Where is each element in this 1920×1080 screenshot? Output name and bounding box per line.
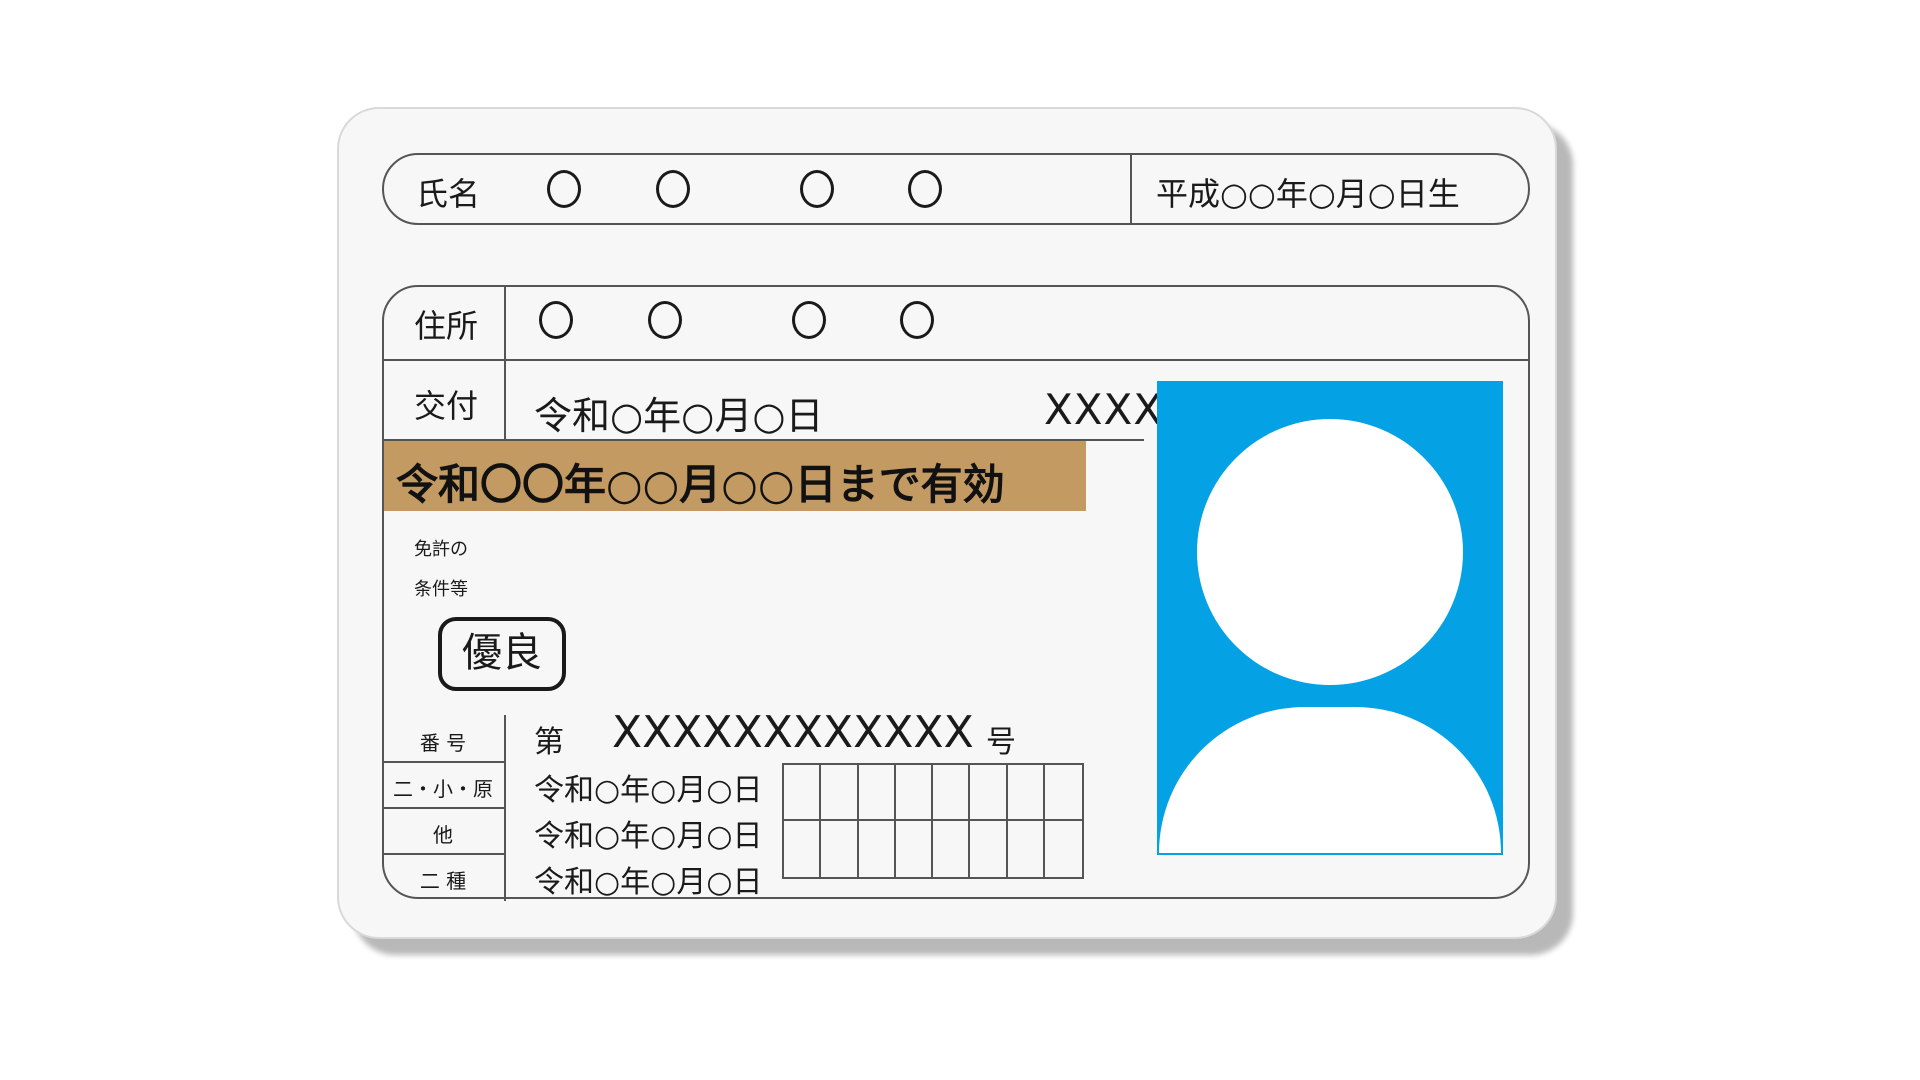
grid-cell	[1007, 765, 1045, 821]
grid-cell	[859, 821, 896, 877]
label-column-divider-top	[504, 287, 506, 439]
grid-cell	[858, 765, 896, 821]
number-divider	[384, 761, 504, 763]
name-row: 氏名 平成○○年○月○日生	[382, 153, 1530, 225]
category-3-label: 二 種	[419, 869, 467, 893]
address-placeholder-circle-3	[792, 301, 826, 339]
name-placeholder-circle-2	[656, 170, 690, 208]
category-1-date: 令和○年○月○日	[534, 773, 763, 808]
category-3-date: 令和○年○月○日	[534, 865, 763, 900]
grid-cell	[821, 765, 859, 821]
valid-until-text: 令和〇〇年○○月○○日まで有効	[396, 460, 1005, 509]
number-prefix: 第	[534, 725, 564, 760]
date-of-birth: 平成○○年○月○日生	[1156, 175, 1460, 213]
label-column-divider-bottom	[504, 715, 506, 901]
issue-label: 交付	[414, 387, 479, 425]
validity-band: 令和〇〇年○○月○○日まで有効	[384, 441, 1086, 511]
grid-cell	[821, 821, 859, 877]
grid-cell	[895, 765, 933, 821]
excellent-driver-badge: 優良	[438, 617, 566, 691]
grid-cell	[784, 821, 822, 877]
address-placeholder-circle-1	[539, 301, 573, 339]
conditions-label-line1: 免許の	[414, 539, 468, 560]
category-2-date: 令和○年○月○日	[534, 819, 763, 854]
category-2-label: 他	[433, 823, 453, 847]
grid-cell	[970, 821, 1008, 877]
name-label: 氏名	[416, 175, 481, 213]
grid-cell	[970, 765, 1008, 821]
grid-cell	[784, 765, 822, 821]
grid-cell	[933, 765, 971, 821]
grid-cell	[1044, 765, 1082, 821]
category-1-label: 二・小・原	[393, 777, 493, 801]
address-divider	[384, 359, 1528, 361]
address-placeholder-circle-2	[648, 301, 682, 339]
conditions-label-line2: 条件等	[414, 579, 468, 600]
issue-date: 令和○年○月○日	[534, 394, 824, 438]
name-placeholder-circle-3	[800, 170, 834, 208]
photo-placeholder	[1157, 381, 1503, 855]
category-1-divider	[384, 807, 504, 809]
number-label: 番 号	[419, 731, 467, 755]
person-body-icon	[1159, 707, 1501, 853]
address-placeholder-circle-4	[900, 301, 934, 339]
grid-cell	[896, 821, 933, 877]
drivers-license-card: 氏名 平成○○年○月○日生 住所 交付 令和○年○月○日 XXXXX 令和〇〇年…	[337, 107, 1557, 939]
number-suffix: 号	[986, 725, 1016, 760]
name-divider	[1130, 155, 1132, 223]
grid-cell	[1008, 821, 1045, 877]
license-number: XXXXXXXXXXXX	[612, 707, 974, 758]
person-head-icon	[1197, 419, 1463, 685]
grid-cell	[1045, 821, 1082, 877]
grid-cell	[933, 821, 971, 877]
name-placeholder-circle-1	[547, 170, 581, 208]
category-2-divider	[384, 853, 504, 855]
license-type-grid	[782, 763, 1084, 879]
address-label: 住所	[414, 307, 479, 345]
name-placeholder-circle-4	[908, 170, 942, 208]
